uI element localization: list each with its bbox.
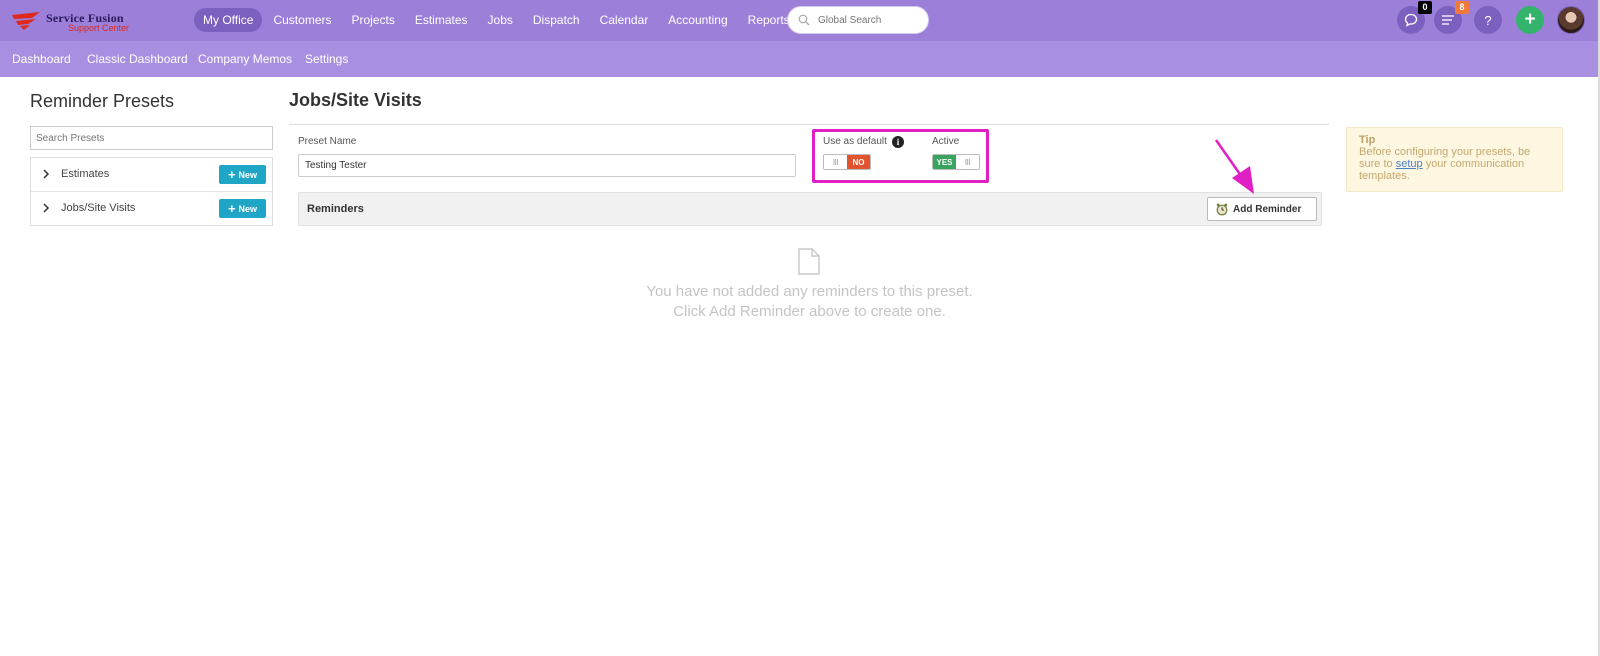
title-divider: [289, 124, 1329, 125]
sub-navbar: Dashboard Classic Dashboard Company Memo…: [0, 41, 1600, 77]
nav-my-office[interactable]: My Office: [194, 8, 263, 32]
new-button-label: New: [238, 203, 258, 214]
empty-state-message: You have not added any reminders to this…: [600, 282, 1019, 322]
list-icon: [1442, 15, 1454, 25]
plus-icon: +: [227, 167, 236, 182]
empty-state-line-1: You have not added any reminders to this…: [646, 283, 973, 300]
add-reminder-button[interactable]: Add Reminder: [1207, 197, 1317, 221]
subnav-settings[interactable]: Settings: [305, 41, 348, 77]
preset-group-label: Estimates: [61, 168, 110, 180]
use-as-default-toggle[interactable]: III NO: [823, 154, 871, 170]
new-estimate-preset-button[interactable]: + New: [219, 165, 266, 184]
alarm-clock-icon: [1216, 203, 1228, 215]
empty-document-icon: [798, 248, 820, 275]
nav-dispatch[interactable]: Dispatch: [524, 8, 589, 32]
reminders-header-bar: Reminders Add Reminder: [298, 192, 1322, 226]
new-button-label: New: [238, 169, 258, 180]
user-avatar[interactable]: [1557, 6, 1585, 34]
tip-setup-link[interactable]: setup: [1396, 158, 1423, 170]
reminder-presets-title: Reminder Presets: [30, 91, 175, 111]
search-presets-input[interactable]: [30, 126, 273, 150]
new-job-preset-button[interactable]: + New: [219, 199, 266, 218]
annotation-arrow-icon: [1214, 139, 1254, 194]
brand-subtitle: Support Center: [68, 23, 130, 33]
page-title: Jobs/Site Visits: [289, 90, 422, 110]
help-button[interactable]: ?: [1474, 6, 1502, 34]
tasks-count-badge: 8: [1455, 1, 1469, 14]
nav-jobs[interactable]: Jobs: [479, 8, 522, 32]
preset-group-jobs-site-visits[interactable]: Jobs/Site Visits + New: [31, 192, 272, 226]
nav-calendar[interactable]: Calendar: [591, 8, 658, 32]
subnav-company-memos[interactable]: Company Memos: [198, 41, 292, 77]
chevron-right-icon: [43, 203, 50, 213]
chat-button[interactable]: 0: [1397, 1, 1432, 34]
nav-customers[interactable]: Customers: [264, 8, 340, 32]
add-reminder-label: Add Reminder: [1233, 203, 1302, 215]
plus-icon: +: [227, 201, 236, 216]
toggle-grip: III: [956, 155, 979, 169]
empty-state-line-2: Click Add Reminder above to create one.: [673, 303, 946, 320]
preset-group-label: Jobs/Site Visits: [61, 202, 136, 214]
subnav-classic-dashboard[interactable]: Classic Dashboard: [87, 41, 188, 77]
logo-wings-icon: [12, 12, 40, 30]
global-search: [787, 6, 929, 34]
toggle-yes-state: YES: [933, 155, 956, 169]
info-icon[interactable]: i: [892, 136, 904, 148]
preset-group-estimates[interactable]: Estimates + New: [31, 158, 272, 192]
top-navbar: Service Fusion Support Center My Office …: [0, 0, 1600, 41]
preset-name-input[interactable]: [298, 154, 796, 177]
use-as-default-label: Use as default: [823, 136, 887, 147]
tip-title: Tip: [1359, 134, 1376, 146]
toggle-no-state: NO: [847, 155, 870, 169]
search-icon: [798, 14, 810, 26]
global-search-input[interactable]: [818, 12, 923, 29]
main-nav: My Office Customers Projects Estimates J…: [194, 8, 799, 32]
tip-box: Tip Before configuring your presets, be …: [1346, 127, 1563, 192]
toggle-grip: III: [824, 155, 847, 169]
nav-estimates[interactable]: Estimates: [406, 8, 477, 32]
preset-list: Estimates + New Jobs/Site Visits + New: [30, 157, 273, 226]
nav-projects[interactable]: Projects: [342, 8, 403, 32]
app-logo[interactable]: Service Fusion Support Center: [10, 9, 145, 33]
active-label: Active: [932, 136, 960, 147]
preset-name-label: Preset Name: [298, 136, 357, 147]
tip-text: Before configuring your presets, be sure…: [1359, 146, 1550, 182]
chat-count-badge: 0: [1418, 1, 1432, 14]
reminders-label: Reminders: [307, 203, 364, 215]
nav-accounting[interactable]: Accounting: [659, 8, 736, 32]
active-toggle[interactable]: YES III: [932, 154, 980, 170]
chevron-right-icon: [43, 169, 50, 179]
chat-icon: [1404, 13, 1418, 27]
subnav-dashboard[interactable]: Dashboard: [12, 41, 71, 77]
tasks-button[interactable]: 8: [1434, 1, 1469, 34]
quick-add-button[interactable]: +: [1516, 6, 1544, 34]
